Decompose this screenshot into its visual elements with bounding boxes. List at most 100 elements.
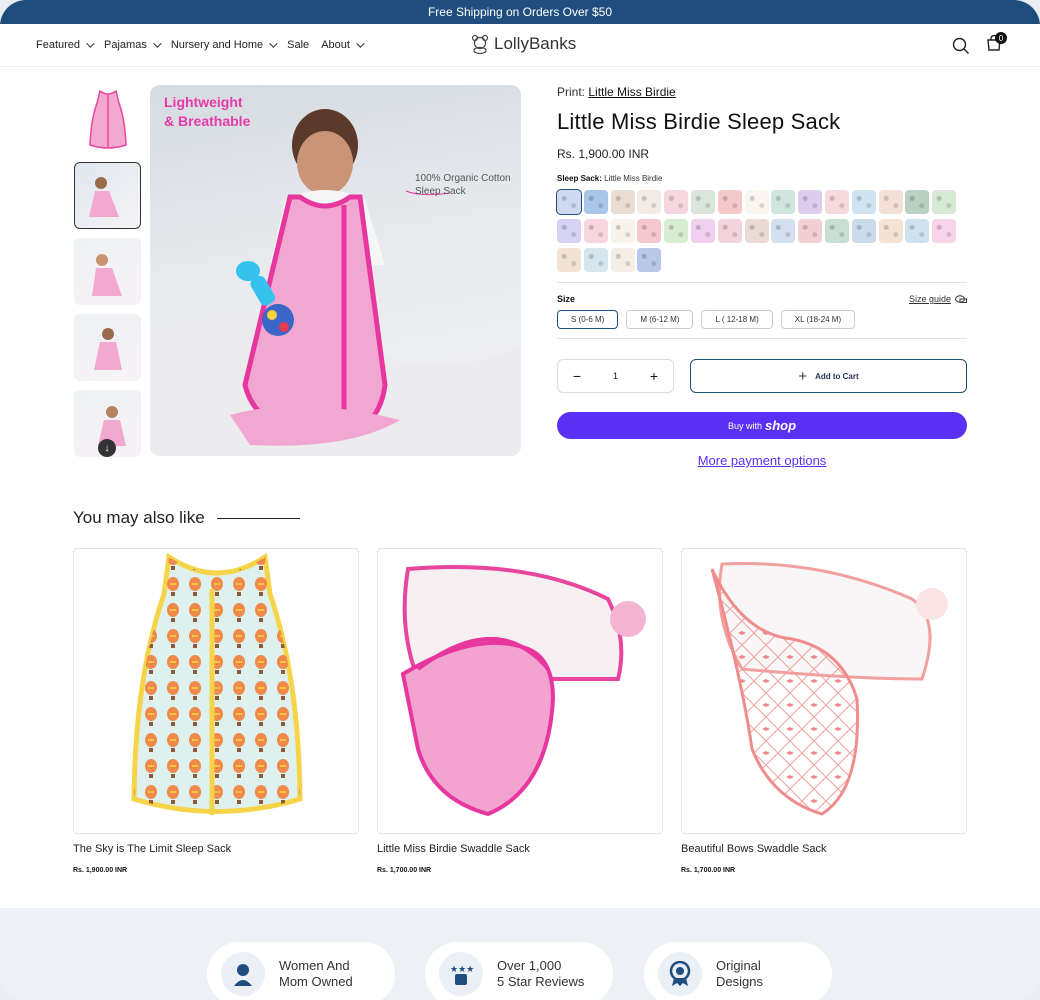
print-swatch[interactable] [717,219,742,243]
trust-item: ★★★ Over 1,000 5 Star Reviews [425,942,613,1000]
thumbnail-list: ↓ [74,86,141,466]
product-card-image[interactable] [73,548,359,834]
thumbnail-3[interactable] [74,238,141,305]
print-swatch[interactable] [744,190,769,214]
print-swatch[interactable] [637,190,662,214]
print-swatch[interactable] [610,248,635,272]
trust-line: Designs [716,974,763,989]
product-card[interactable]: The Sky is The Limit Sleep Sack Rs. 1,90… [73,548,359,874]
baby-in-sleep-sack-image [150,109,521,456]
print-swatch[interactable] [610,219,635,243]
nav-sale[interactable]: Sale [287,39,309,51]
print-swatch[interactable] [798,190,823,214]
add-to-cart-button[interactable]: + Add to Cart [690,359,967,393]
print-swatch[interactable] [878,190,903,214]
sleep-sack-thumbnail-image [88,89,127,149]
product-info: Print: Little Miss Birdie Little Miss Bi… [556,85,967,468]
print-swatch[interactable] [557,219,581,243]
print-swatch[interactable] [690,219,715,243]
product-card[interactable]: Little Miss Birdie Swaddle Sack Rs. 1,70… [377,548,663,874]
nav-about[interactable]: About [321,39,365,51]
quantity-value[interactable]: 1 [597,371,635,381]
size-option-xl[interactable]: XL (18-24 M) [780,310,856,329]
nav-nursery-and-home[interactable]: Nursery and Home [171,39,278,51]
badge-icon [658,952,702,996]
print-swatch[interactable] [690,190,715,214]
thumbnail-1[interactable] [74,86,141,153]
trust-text: Women And Mom Owned [279,958,353,990]
bows-swaddle-sack-image [710,561,948,816]
logo-text: LollyBanks [494,34,577,53]
cart-button[interactable]: 0 [986,32,1007,56]
nav-label: About [321,39,350,51]
increase-quantity-button[interactable]: + [635,368,673,384]
product-title: Little Miss Birdie Sleep Sack [557,109,841,134]
print-swatch[interactable] [851,190,876,214]
print-swatch[interactable] [878,219,903,243]
product-card-name[interactable]: The Sky is The Limit Sleep Sack [73,843,359,855]
print-label: Print: Little Miss Birdie [557,85,967,99]
size-option-m[interactable]: M (6-12 M) [626,310,694,329]
print-swatch[interactable] [664,219,689,243]
print-swatch[interactable] [932,219,957,243]
size-option-s[interactable]: S (0-6 M) [557,310,619,329]
shop-logo: shop [764,418,797,433]
quantity-stepper: − 1 + [557,359,674,393]
image-overlay-title: Lightweight & Breathable [164,93,250,131]
product-card-name[interactable]: Beautiful Bows Swaddle Sack [681,843,967,855]
trust-item: Women And Mom Owned [207,942,395,1000]
print-swatch[interactable] [851,219,876,243]
print-swatch[interactable] [583,219,608,243]
size-option-l[interactable]: L ( 12-18 M) [701,310,773,329]
chevron-down-icon [269,39,278,48]
print-swatch[interactable] [771,190,796,214]
print-swatch[interactable] [905,219,930,243]
ruler-icon [955,294,967,303]
product-card-price: Rs. 1,700.00 INR [681,867,736,874]
print-swatch[interactable] [905,190,930,214]
cart-row: − 1 + + Add to Cart [557,359,967,393]
print-swatch[interactable] [744,219,769,243]
print-swatch[interactable] [557,248,581,272]
print-swatch[interactable] [664,190,689,214]
print-swatch[interactable] [771,219,796,243]
search-icon[interactable] [952,37,970,55]
print-swatch[interactable] [717,190,742,214]
print-swatch[interactable] [798,219,823,243]
product-card-image[interactable] [377,548,663,834]
print-swatch[interactable] [583,248,608,272]
more-payment-options-link[interactable]: More payment options [557,453,967,468]
main-product-image[interactable]: Lightweight & Breathable 100% Organic Co… [150,85,521,456]
trust-line: Over 1,000 [497,958,562,973]
print-swatch[interactable] [556,189,582,215]
decrease-quantity-button[interactable]: − [558,368,596,384]
print-swatch[interactable] [637,248,662,272]
print-swatch[interactable] [583,190,608,214]
nav-featured[interactable]: Featured [36,39,95,51]
thumbnail-5[interactable]: ↓ [74,390,141,457]
chevron-down-icon [152,39,162,48]
size-guide-link[interactable]: Size guide [909,294,967,304]
thumbnail-2[interactable] [74,162,141,229]
buy-with-shop-button[interactable]: Buy with shop [557,412,967,439]
nav-pajamas[interactable]: Pajamas [104,39,162,51]
image-overlay-note: 100% Organic Cotton Sleep Sack [415,172,511,198]
print-name-link[interactable]: Little Miss Birdie [588,85,675,99]
print-swatch[interactable] [610,190,635,214]
site-logo[interactable]: LollyBanks [470,34,576,54]
cart-count-badge: 0 [995,32,1007,44]
recommended-title: You may also like [73,508,205,527]
product-card[interactable]: Beautiful Bows Swaddle Sack Rs. 1,700.00… [681,548,967,874]
product-card-image[interactable] [681,548,967,834]
print-swatch[interactable] [824,190,849,214]
print-swatch[interactable] [824,219,849,243]
overlay-note-line: 100% Organic Cotton [415,173,511,184]
print-swatch[interactable] [932,190,957,214]
product-card-name[interactable]: Little Miss Birdie Swaddle Sack [377,843,663,855]
nav-label: Pajamas [104,39,147,51]
chevron-down-icon [356,39,365,48]
header-icons: 0 [952,32,1007,56]
thumbnail-4[interactable] [74,314,141,381]
print-swatch[interactable] [637,219,662,243]
scroll-down-button[interactable]: ↓ [98,439,116,457]
